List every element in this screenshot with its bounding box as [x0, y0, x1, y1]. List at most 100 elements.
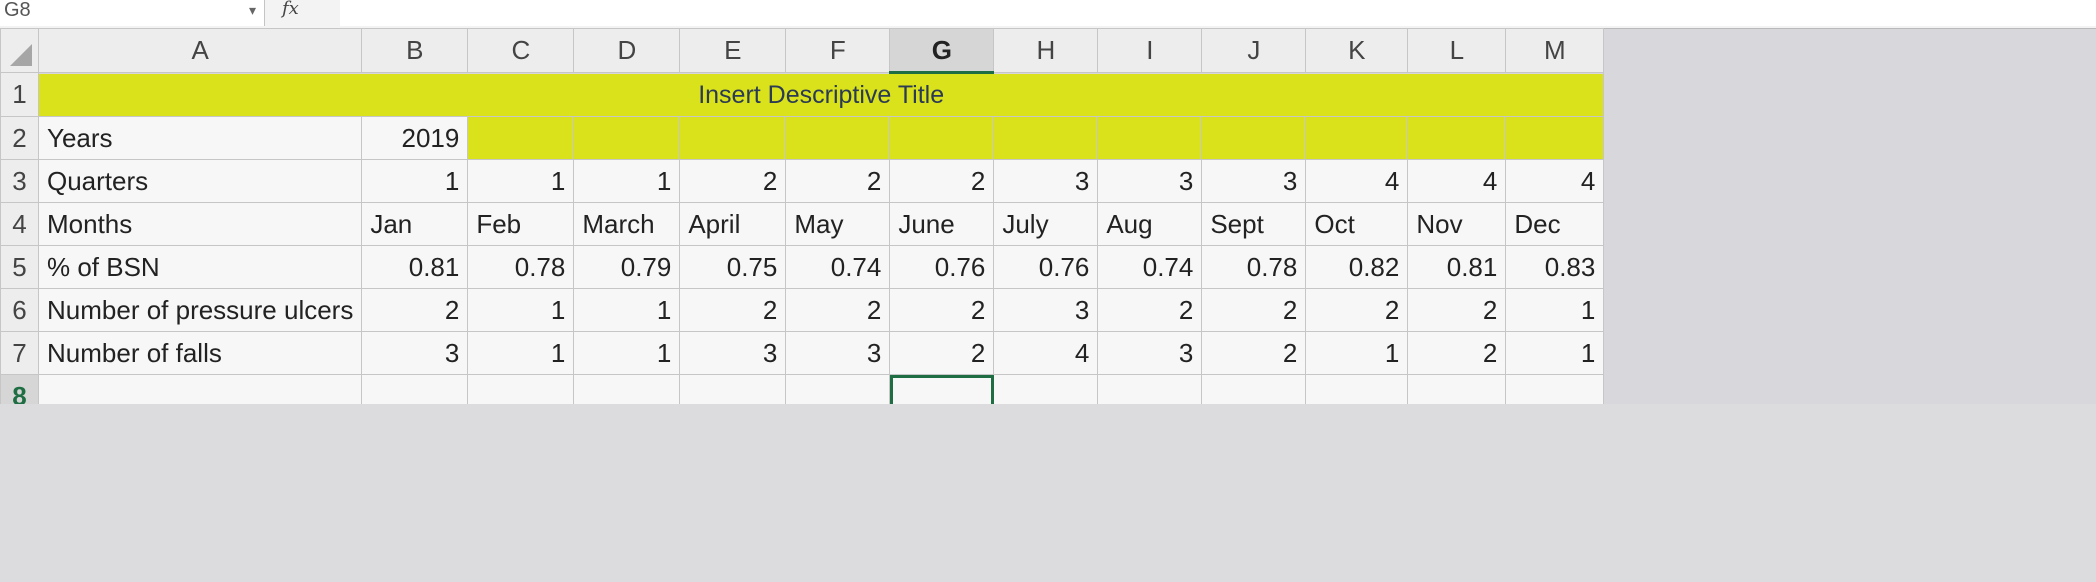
bsn-cell[interactable]: 0.75 [679, 245, 787, 289]
quarter-cell[interactable]: 2 [889, 159, 995, 203]
quarter-cell[interactable]: 2 [785, 159, 891, 203]
falls-cell[interactable]: 2 [889, 331, 995, 375]
ulcers-cell[interactable]: 2 [1305, 288, 1409, 332]
years-label-cell[interactable]: Years [37, 116, 363, 160]
highlight-cell[interactable] [1097, 116, 1203, 160]
column-header-i[interactable]: I [1097, 28, 1203, 73]
highlight-cell[interactable] [467, 116, 575, 160]
month-label-cell[interactable]: Months [37, 202, 363, 246]
bsn-label-cell[interactable]: % of BSN [37, 245, 363, 289]
column-header-d[interactable]: D [573, 28, 681, 73]
chevron-down-icon[interactable]: ▾ [249, 0, 256, 20]
falls-cell[interactable]: 1 [1505, 331, 1605, 375]
column-header-g[interactable]: G [889, 28, 995, 74]
ulcers-cell[interactable]: 1 [573, 288, 681, 332]
bsn-cell[interactable]: 0.78 [1201, 245, 1307, 289]
row-header-1[interactable]: 1 [0, 72, 39, 117]
quarter-cell[interactable]: 3 [1201, 159, 1307, 203]
ulcers-cell[interactable]: 2 [785, 288, 891, 332]
column-header-a[interactable]: A [37, 28, 363, 73]
highlight-cell[interactable] [785, 116, 891, 160]
name-box[interactable]: G8 ▾ [0, 0, 265, 26]
month-cell[interactable]: May [785, 202, 891, 246]
bsn-cell[interactable]: 0.79 [573, 245, 681, 289]
ulcers-cell[interactable]: 2 [679, 288, 787, 332]
month-cell[interactable]: Nov [1407, 202, 1507, 246]
row-header-5[interactable]: 5 [0, 245, 39, 289]
quarter-cell[interactable]: 3 [1097, 159, 1203, 203]
formula-input[interactable] [340, 0, 2096, 26]
column-header-b[interactable]: B [361, 28, 469, 73]
month-cell[interactable]: July [993, 202, 1099, 246]
quarter-cell[interactable]: 1 [361, 159, 469, 203]
column-header-e[interactable]: E [679, 28, 787, 73]
highlight-cell[interactable] [1305, 116, 1409, 160]
row-header-2[interactable]: 2 [0, 116, 39, 160]
falls-cell[interactable]: 4 [993, 331, 1099, 375]
ulcers-cell[interactable]: 2 [1097, 288, 1203, 332]
quarter-cell[interactable]: 4 [1505, 159, 1605, 203]
ulcers-cell[interactable]: 2 [1201, 288, 1307, 332]
column-header-l[interactable]: L [1407, 28, 1507, 73]
quarter-cell[interactable]: 4 [1305, 159, 1409, 203]
month-cell[interactable]: Sept [1201, 202, 1307, 246]
falls-cell[interactable]: 3 [1097, 331, 1203, 375]
ulcers-cell[interactable]: 1 [467, 288, 575, 332]
bsn-cell[interactable]: 0.83 [1505, 245, 1605, 289]
row-header-6[interactable]: 6 [0, 288, 39, 332]
ulcers-cell[interactable]: 3 [993, 288, 1099, 332]
month-cell[interactable]: Dec [1505, 202, 1605, 246]
row-header-4[interactable]: 4 [0, 202, 39, 246]
bsn-cell[interactable]: 0.82 [1305, 245, 1409, 289]
bsn-cell[interactable]: 0.74 [1097, 245, 1203, 289]
quarter-cell[interactable]: 3 [993, 159, 1099, 203]
ulcers-label-cell[interactable]: Number of pressure ulcers [37, 288, 363, 332]
bsn-cell[interactable]: 0.76 [993, 245, 1099, 289]
month-cell[interactable]: March [573, 202, 681, 246]
falls-cell[interactable]: 1 [467, 331, 575, 375]
highlight-cell[interactable] [1505, 116, 1605, 160]
years-value-cell[interactable]: 2019 [361, 116, 469, 160]
month-cell[interactable]: Aug [1097, 202, 1203, 246]
column-header-m[interactable]: M [1505, 28, 1605, 73]
quarter-cell[interactable]: 4 [1407, 159, 1507, 203]
bsn-cell[interactable]: 0.78 [467, 245, 575, 289]
select-all-corner[interactable] [0, 28, 39, 73]
column-header-c[interactable]: C [467, 28, 575, 73]
highlight-cell[interactable] [993, 116, 1099, 160]
ulcers-cell[interactable]: 2 [889, 288, 995, 332]
bsn-cell[interactable]: 0.81 [1407, 245, 1507, 289]
sheet-title-cell[interactable]: Insert Descriptive Title [37, 72, 1605, 117]
row-header-7[interactable]: 7 [0, 331, 39, 375]
column-header-k[interactable]: K [1305, 28, 1409, 73]
month-cell[interactable]: Feb [467, 202, 575, 246]
month-cell[interactable]: Jan [361, 202, 469, 246]
column-header-j[interactable]: J [1201, 28, 1307, 73]
quarter-cell[interactable]: 1 [467, 159, 575, 203]
falls-label-cell[interactable]: Number of falls [37, 331, 363, 375]
ulcers-cell[interactable]: 1 [1505, 288, 1605, 332]
month-cell[interactable]: April [679, 202, 787, 246]
quarter-label-cell[interactable]: Quarters [37, 159, 363, 203]
highlight-cell[interactable] [1201, 116, 1307, 160]
falls-cell[interactable]: 2 [1407, 331, 1507, 375]
column-header-f[interactable]: F [785, 28, 891, 73]
falls-cell[interactable]: 2 [1201, 331, 1307, 375]
month-cell[interactable]: Oct [1305, 202, 1409, 246]
falls-cell[interactable]: 3 [679, 331, 787, 375]
highlight-cell[interactable] [1407, 116, 1507, 160]
bsn-cell[interactable]: 0.74 [785, 245, 891, 289]
ulcers-cell[interactable]: 2 [361, 288, 469, 332]
column-header-h[interactable]: H [993, 28, 1099, 73]
highlight-cell[interactable] [573, 116, 681, 160]
falls-cell[interactable]: 1 [573, 331, 681, 375]
row-header-3[interactable]: 3 [0, 159, 39, 203]
highlight-cell[interactable] [679, 116, 787, 160]
falls-cell[interactable]: 1 [1305, 331, 1409, 375]
ulcers-cell[interactable]: 2 [1407, 288, 1507, 332]
fx-icon[interactable]: fx [282, 0, 299, 19]
falls-cell[interactable]: 3 [361, 331, 469, 375]
quarter-cell[interactable]: 2 [679, 159, 787, 203]
month-cell[interactable]: June [889, 202, 995, 246]
bsn-cell[interactable]: 0.81 [361, 245, 469, 289]
